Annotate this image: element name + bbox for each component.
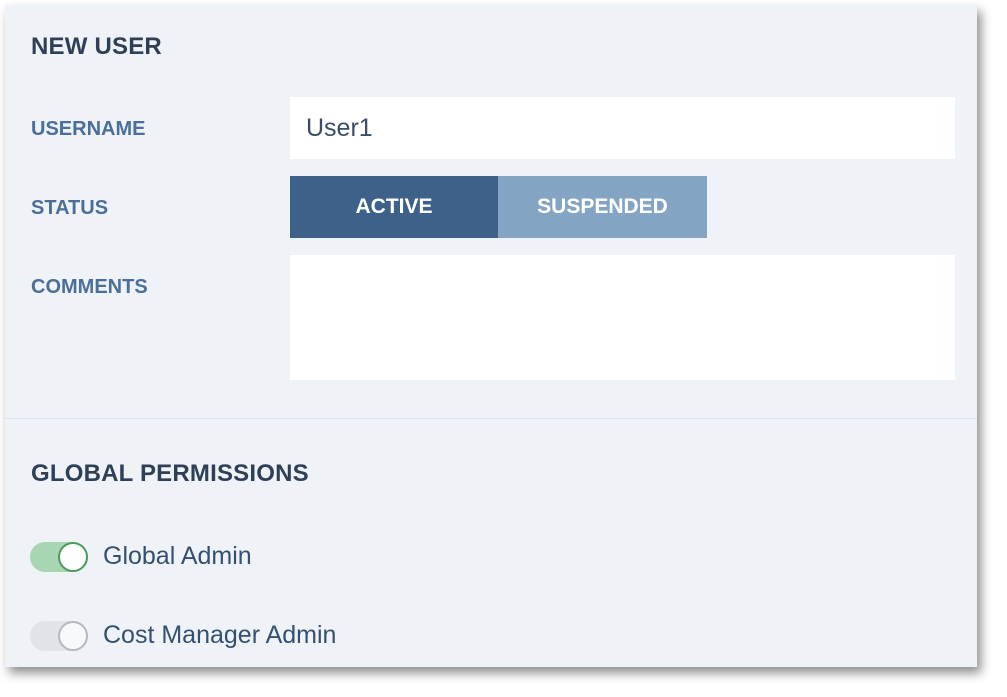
section-title-new-user: NEW USER [31,33,162,60]
section-title-global-permissions: GLOBAL PERMISSIONS [31,460,309,487]
toggle-knob [58,542,88,572]
toggle-knob [58,621,88,651]
username-input[interactable] [290,97,955,159]
status-label: STATUS [31,197,109,219]
new-user-panel: NEW USER USERNAME STATUS ACTIVE SUSPENDE… [5,5,977,667]
global-admin-toggle[interactable] [30,542,88,572]
comments-label: COMMENTS [31,276,148,298]
username-label: USERNAME [31,118,146,140]
comments-textarea[interactable] [290,255,955,380]
global-admin-label: Global Admin [103,542,252,570]
status-active-button[interactable]: ACTIVE [290,176,498,238]
section-divider [5,418,977,419]
cost-manager-admin-toggle[interactable] [30,621,88,651]
cost-manager-admin-label: Cost Manager Admin [103,621,337,649]
status-suspended-button[interactable]: SUSPENDED [498,176,707,238]
